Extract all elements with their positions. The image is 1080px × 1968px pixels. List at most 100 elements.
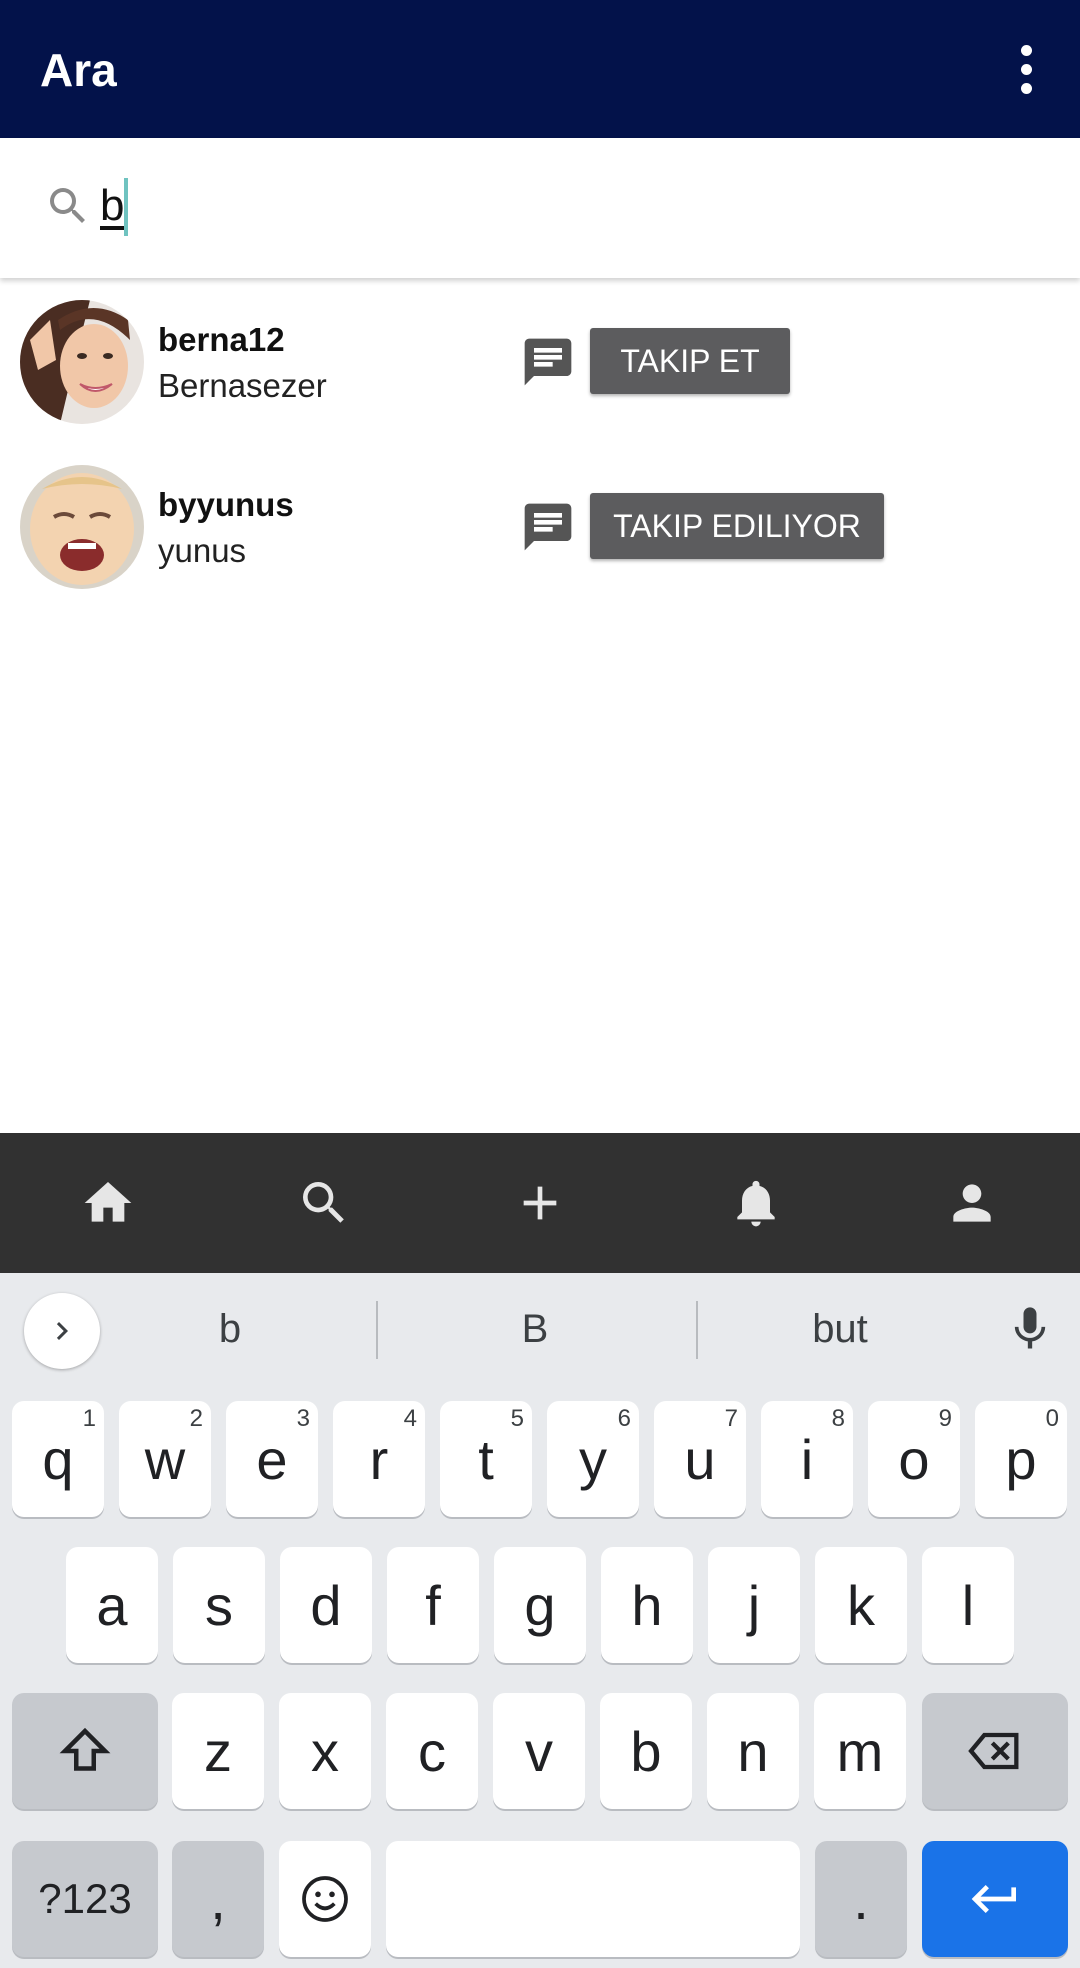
key-hint: 1 [82, 1405, 96, 1432]
microphone-icon[interactable] [1004, 1297, 1056, 1361]
key-label: t [478, 1427, 494, 1491]
key-label: v [525, 1719, 553, 1783]
key-label: p [1005, 1427, 1037, 1491]
key-label: w [144, 1427, 186, 1491]
key-label: g [524, 1573, 556, 1637]
key-k[interactable]: k [815, 1547, 907, 1663]
full-name: yunus [158, 532, 247, 569]
key-label: q [42, 1427, 74, 1491]
chevron-right-icon[interactable] [24, 1293, 100, 1369]
key-label: d [310, 1573, 342, 1637]
key-h[interactable]: h [601, 1547, 693, 1663]
bottom-navigation [0, 1133, 1080, 1273]
app-bar: Ara [0, 0, 1080, 138]
search-icon [50, 188, 85, 223]
suggestion-divider [696, 1301, 698, 1359]
key-w[interactable]: w2 [119, 1401, 211, 1517]
key-r[interactable]: r4 [333, 1401, 425, 1517]
key-m[interactable]: m [814, 1693, 906, 1809]
key-b[interactable]: b [600, 1693, 692, 1809]
follow-button[interactable]: TAKIP ET [590, 328, 790, 394]
emoji-key[interactable] [279, 1841, 371, 1957]
suggestion-3[interactable]: but [740, 1301, 940, 1357]
key-hint: 4 [403, 1405, 417, 1432]
key-o[interactable]: o9 [868, 1401, 960, 1517]
key-label: n [737, 1719, 769, 1783]
key-hint: 7 [724, 1405, 738, 1432]
profile-icon[interactable] [942, 1173, 1002, 1233]
backspace-key[interactable] [922, 1693, 1068, 1809]
key-g[interactable]: g [494, 1547, 586, 1663]
search-icon[interactable] [294, 1173, 354, 1233]
key-i[interactable]: i8 [761, 1401, 853, 1517]
key-d[interactable]: d [280, 1547, 372, 1663]
key-e[interactable]: e3 [226, 1401, 318, 1517]
text-cursor [124, 178, 128, 236]
key-label: z [204, 1719, 232, 1783]
key-hint: 6 [617, 1405, 631, 1432]
avatar[interactable] [20, 300, 144, 424]
notifications-icon[interactable] [726, 1173, 786, 1233]
suggestion-1[interactable]: b [140, 1301, 320, 1357]
username: berna12 [158, 321, 285, 358]
key-label: k [847, 1573, 875, 1637]
username: byyunus [158, 486, 294, 523]
key-label: a [96, 1573, 128, 1637]
key-f[interactable]: f [387, 1547, 479, 1663]
comma-key[interactable]: , [172, 1841, 264, 1957]
list-item[interactable]: byyunus yunus TAKIP EDILIYOR [0, 455, 1080, 605]
key-u[interactable]: u7 [654, 1401, 746, 1517]
key-label: u [684, 1427, 716, 1491]
key-label: l [961, 1573, 975, 1637]
key-s[interactable]: s [173, 1547, 265, 1663]
key-p[interactable]: p0 [975, 1401, 1067, 1517]
key-label: h [631, 1573, 663, 1637]
key-label: j [747, 1573, 761, 1637]
key-hint: 8 [831, 1405, 845, 1432]
key-x[interactable]: x [279, 1693, 371, 1809]
key-label: f [425, 1573, 441, 1637]
key-label: b [630, 1719, 662, 1783]
key-label: e [256, 1427, 288, 1491]
key-label: c [418, 1719, 446, 1783]
page-title: Ara [40, 44, 117, 96]
home-icon[interactable] [78, 1173, 138, 1233]
key-label: i [800, 1427, 814, 1491]
suggestion-strip: b B but [0, 1273, 1080, 1383]
more-vert-icon[interactable] [1000, 36, 1052, 102]
key-label: y [579, 1427, 607, 1491]
key-y[interactable]: y6 [547, 1401, 639, 1517]
enter-key[interactable] [922, 1841, 1068, 1957]
search-bar: b [0, 138, 1080, 278]
key-n[interactable]: n [707, 1693, 799, 1809]
key-c[interactable]: c [386, 1693, 478, 1809]
key-hint: 5 [510, 1405, 524, 1432]
key-v[interactable]: v [493, 1693, 585, 1809]
key-j[interactable]: j [708, 1547, 800, 1663]
period-key[interactable]: . [815, 1841, 907, 1957]
full-name: Bernasezer [158, 367, 327, 404]
suggestion-2[interactable]: B [440, 1301, 630, 1357]
avatar[interactable] [20, 465, 144, 589]
search-input[interactable]: b [100, 176, 124, 236]
key-hint: 2 [189, 1405, 203, 1432]
key-a[interactable]: a [66, 1547, 158, 1663]
key-label: s [205, 1573, 233, 1637]
space-key[interactable] [386, 1841, 800, 1957]
message-icon[interactable] [520, 499, 576, 555]
add-icon[interactable] [510, 1173, 570, 1233]
soft-keyboard: b B but ?123 , . q1w2e3r4t5y6u7i8o9p0asd… [0, 1273, 1080, 1968]
message-icon[interactable] [520, 334, 576, 390]
key-z[interactable]: z [172, 1693, 264, 1809]
following-button[interactable]: TAKIP EDILIYOR [590, 493, 884, 559]
list-item[interactable]: berna12 Bernasezer TAKIP ET [0, 290, 1080, 440]
shift-key[interactable] [12, 1693, 158, 1809]
key-label: o [898, 1427, 930, 1491]
key-t[interactable]: t5 [440, 1401, 532, 1517]
key-l[interactable]: l [922, 1547, 1014, 1663]
symbols-key[interactable]: ?123 [12, 1841, 158, 1957]
key-q[interactable]: q1 [12, 1401, 104, 1517]
key-hint: 3 [296, 1405, 310, 1432]
key-label: x [311, 1719, 339, 1783]
suggestion-divider [376, 1301, 378, 1359]
